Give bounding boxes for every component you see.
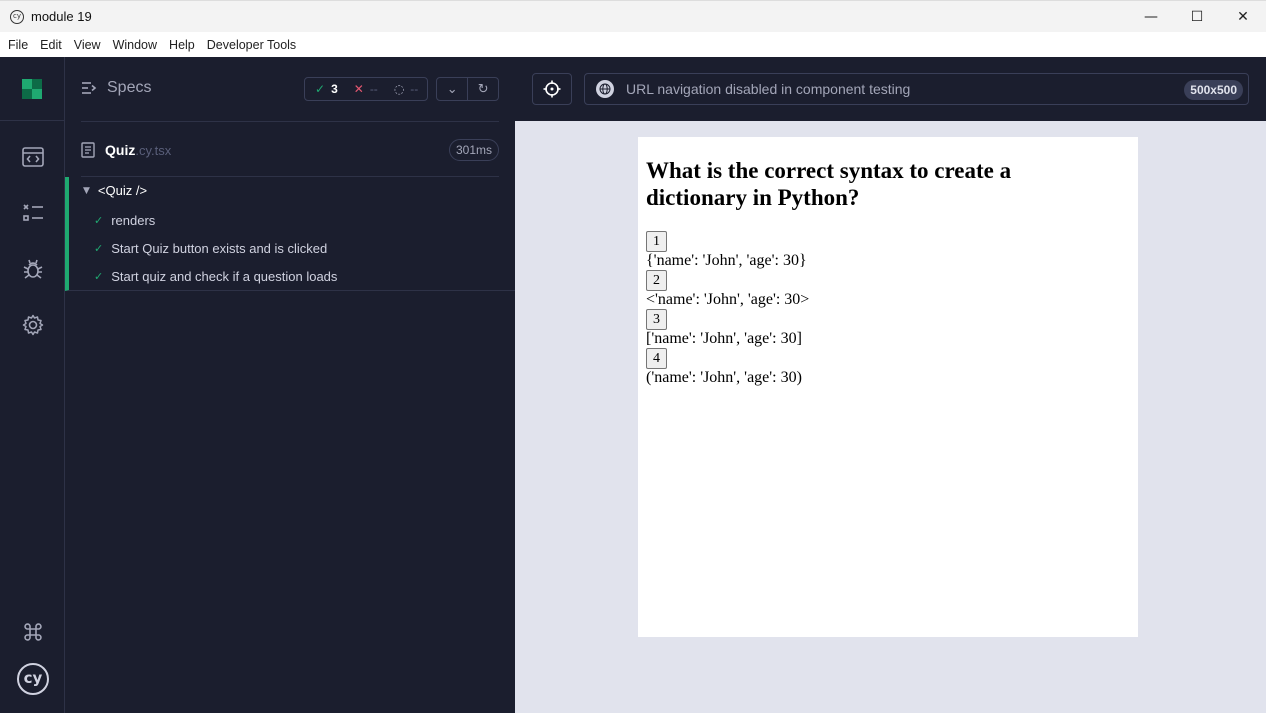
answer-button-2[interactable]: 2 [646,270,667,291]
runs-nav-icon[interactable] [20,200,46,226]
test-title: Start quiz and check if a question loads [111,268,338,284]
component-frame: What is the correct syntax to create a d… [638,137,1138,637]
crosshair-icon [543,80,561,98]
settings-gear-icon[interactable] [20,312,46,338]
reporter-controls: ⌄ ↻ [436,77,499,101]
reporter-header: Specs ✓ 3 ✕ -- ◌ -- ⌄ ↻ [65,57,515,121]
specs-label: Specs [107,79,152,96]
menu-edit[interactable]: Edit [34,38,68,52]
test-title: Start Quiz button exists and is clicked [111,240,328,256]
test-item[interactable]: ✓ Start Quiz button exists and is clicked [94,236,327,260]
test-stats: ✓ 3 ✕ -- ◌ -- [304,77,428,101]
debug-bug-icon[interactable] [20,256,46,282]
specs-toggle[interactable]: Specs [81,79,151,97]
test-title: renders [111,212,156,228]
menu-developer-tools[interactable]: Developer Tools [201,38,302,52]
passed-check-icon: ✓ [315,82,326,96]
menu-bar: File Edit View Window Help Developer Too… [0,32,1266,57]
test-item[interactable]: ✓ Start quiz and check if a question load… [94,264,337,288]
specs-list-icon [82,82,97,94]
document-icon [81,142,95,158]
pending-stat: ◌ -- [394,82,418,96]
pass-check-icon: ✓ [94,213,104,227]
suite-title: <Quiz /> [97,183,148,198]
pass-check-icon: ✓ [94,269,104,283]
spec-duration-badge: 301ms [448,139,499,161]
sidebar-nav: cy [0,57,65,713]
main-area: cy Specs ✓ 3 ✕ -- ◌ -- ⌄ ↻ Quiz .cy.tsx 301… [0,57,1266,713]
answer-text: ('name': 'John', 'age': 30) [646,369,802,386]
url-text: URL navigation disabled in component tes… [626,81,911,97]
app-logo [0,57,64,121]
suite-title-row[interactable]: ▼ <Quiz /> [83,183,147,198]
answer-button-1[interactable]: 1 [646,231,667,252]
failed-count: -- [369,82,378,96]
spec-extension: .cy.tsx [135,142,172,158]
url-bar: URL navigation disabled in component tes… [584,73,1249,105]
menu-window[interactable]: Window [107,38,163,52]
selector-playground-button[interactable] [532,73,572,105]
maximize-button[interactable]: ☐ [1174,1,1220,33]
answer-text: ['name': 'John', 'age': 30] [646,330,802,347]
passed-count: 3 [331,82,338,96]
pending-count: -- [410,82,419,96]
window-title: module 19 [31,9,92,24]
pass-check-icon: ✓ [94,241,104,255]
minimize-button[interactable]: — [1128,1,1174,33]
menu-file[interactable]: File [2,38,34,52]
chevron-down-icon: ▼ [83,185,90,196]
spec-file-row: Quiz .cy.tsx 301ms [81,139,499,161]
globe-icon [596,80,614,98]
answer-button-3[interactable]: 3 [646,309,667,330]
cypress-app-icon: cy [10,9,24,24]
spec-name: Quiz [105,142,136,158]
title-bar: cy module 19 — ☐ ✕ [0,0,1266,32]
menu-view[interactable]: View [68,38,107,52]
pending-spinner-icon: ◌ [393,82,405,96]
rerun-reload-icon[interactable]: ↻ [467,78,498,100]
app-under-test-panel: URL navigation disabled in component tes… [515,57,1266,713]
answer-text: <'name': 'John', 'age': 30> [646,291,810,308]
question-heading: What is the correct syntax to create a d… [646,158,1012,210]
divider [81,121,499,122]
reporter-panel: Specs ✓ 3 ✕ -- ◌ -- ⌄ ↻ Quiz .cy.tsx 301ms … [65,57,515,713]
keyboard-shortcuts-icon[interactable] [20,619,46,645]
cypress-logo-icon [22,78,42,99]
window-controls: — ☐ ✕ [1128,1,1266,33]
test-item[interactable]: ✓ renders [94,208,155,232]
failed-x-icon: ✕ [353,82,364,96]
failed-stat: ✕ -- [354,82,378,96]
answer-button-4[interactable]: 4 [646,348,667,369]
viewport-size-badge[interactable]: 500x500 [1184,80,1243,100]
answer-text: {'name': 'John', 'age': 30} [646,252,807,269]
menu-help[interactable]: Help [163,38,201,52]
close-button[interactable]: ✕ [1220,1,1266,33]
passed-stat: ✓ 3 [315,82,338,96]
test-suite: ▼ <Quiz /> ✓ renders ✓ Start Quiz button e… [65,177,515,291]
specs-nav-icon[interactable] [20,144,46,170]
answers-list: 1 {'name': 'John', 'age': 30} 2 <'name':… [646,231,809,387]
cypress-cy-logo[interactable]: cy [17,663,49,695]
collapse-chevron-down-icon[interactable]: ⌄ [437,78,467,100]
aut-header: URL navigation disabled in component tes… [515,57,1266,121]
